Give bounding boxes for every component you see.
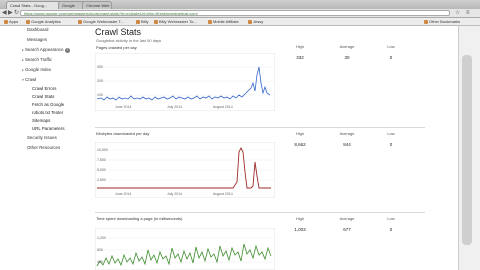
sidebar-item-search-appearance[interactable]: ▸ Search Appearance ?	[22, 47, 70, 53]
sidebar-item-google-index[interactable]: ▸ Google Index	[22, 67, 51, 73]
sidebar-item-crawl-errors[interactable]: Crawl Errors	[32, 86, 56, 91]
sidebar-item-robots-tester[interactable]: robots.txt Tester	[32, 110, 63, 115]
forward-icon[interactable]: ▶	[8, 9, 13, 17]
y-tick: 100	[97, 93, 103, 97]
section-divider	[95, 212, 425, 213]
chart-download-time: 1,200 800 400	[95, 228, 275, 270]
stat-average: 844	[343, 142, 351, 147]
stat-average: 677	[343, 227, 351, 232]
y-tick: 400	[97, 260, 103, 264]
sidebar-item-search-traffic[interactable]: ▸ Search Traffic	[22, 57, 52, 63]
bookmark-other[interactable]: Other Bookmarks	[424, 19, 460, 24]
page-title: Crawl Stats	[95, 27, 142, 37]
y-tick: 5,000	[97, 168, 106, 172]
sidebar-item-url-parameters[interactable]: URL Parameters	[32, 126, 65, 131]
chevron-right-icon: ▸	[22, 48, 24, 52]
bookmark-item[interactable]: Google Webmaster T...	[78, 19, 124, 24]
browser-tab-bar: Crawl Stats - Goog... Google Chrome Web …	[0, 0, 480, 10]
sidebar-item-sitemaps[interactable]: Sitemaps	[32, 118, 50, 123]
column-header-low: Low	[387, 216, 395, 221]
chevron-right-icon: ▸	[22, 68, 24, 72]
column-header-average: Average	[339, 131, 355, 136]
bookmarks-bar: Apps Google Analytics Google Webmaster T…	[0, 18, 480, 26]
column-header-average: Average	[339, 44, 355, 49]
reload-icon[interactable]: ↻	[14, 9, 19, 17]
column-header-high: High	[295, 131, 305, 136]
bookmark-icon	[208, 19, 212, 24]
y-tick: 1,200	[97, 236, 106, 240]
sidebar-item-security-issues[interactable]: Security Issues	[27, 135, 57, 140]
stat-high: 1,003	[294, 227, 306, 232]
address-bar-area: ◀ ▶ ↻ https://www.google.com/webmasters/…	[0, 9, 480, 18]
stat-low: 0	[389, 227, 393, 232]
x-tick: August 2014	[213, 192, 233, 196]
column-header-low: Low	[387, 44, 395, 49]
bookmark-item[interactable]: Jessy	[248, 19, 263, 24]
y-tick: 2,500	[97, 178, 106, 182]
bookmark-item[interactable]: Google Analytics	[26, 19, 61, 24]
section-title: Time spent downloading a page (in millis…	[96, 216, 183, 221]
page-subtitle: Googlebot activity in the last 90 days	[96, 38, 162, 43]
back-icon[interactable]: ◀	[2, 9, 7, 17]
bookmark-icon	[78, 19, 82, 24]
column-header-high: High	[295, 44, 305, 49]
chevron-right-icon: ▸	[22, 58, 24, 62]
y-tick: 200	[97, 79, 103, 83]
bookmark-item[interactable]: Bitly	[136, 19, 149, 24]
bookmark-apps[interactable]: Apps	[4, 19, 18, 24]
apps-icon	[4, 19, 8, 24]
y-tick: 10,000	[97, 148, 108, 152]
column-header-low: Low	[387, 131, 395, 136]
stat-average: 30	[344, 55, 350, 60]
stat-low: 0	[389, 142, 393, 147]
chevron-down-icon: ▾	[22, 78, 24, 82]
sidebar-item-other-resources[interactable]: Other Resources	[27, 145, 60, 150]
scroll-thumb[interactable]	[462, 55, 472, 245]
chart-kilobytes-downloaded: 10,000 7,500 5,000 2,500 June 2014 July …	[95, 142, 275, 198]
bookmark-item[interactable]: Bitly Webmaster To...	[154, 19, 197, 24]
bookmark-item[interactable]: Mobile Affiliate	[208, 19, 239, 24]
section-title: Kilobytes downloaded per day	[96, 131, 150, 136]
bookmark-icon	[248, 19, 252, 24]
y-tick: 300	[97, 65, 103, 69]
sidebar-item-crawl[interactable]: ▾ Crawl	[22, 77, 36, 83]
sidebar-item-fetch-as-google[interactable]: Fetch as Google	[32, 102, 64, 107]
star-icon[interactable]: ☆	[455, 9, 460, 17]
column-header-average: Average	[339, 216, 355, 221]
folder-icon	[424, 19, 428, 24]
url-input[interactable]: https://www.google.com/webmasters/tools/…	[20, 10, 450, 16]
stat-high: 8,662	[294, 142, 306, 147]
x-tick: July 2014	[167, 192, 182, 196]
sidebar-item-messages[interactable]: Messages	[27, 37, 47, 42]
column-header-high: High	[295, 216, 305, 221]
section-title: Pages crawled per day	[96, 45, 137, 50]
stat-high: 332	[296, 55, 304, 60]
x-tick: July 2014	[167, 105, 182, 109]
bookmark-icon	[26, 19, 30, 24]
menu-icon[interactable]: ≡	[466, 9, 470, 17]
section-divider	[95, 127, 425, 128]
x-tick: August 2014	[213, 105, 233, 109]
bookmark-icon	[136, 19, 140, 24]
chart-pages-crawled: 300 200 100 June 2014 July 2014 August 2…	[95, 53, 275, 111]
y-tick: 800	[97, 248, 103, 252]
x-tick: June 2014	[115, 192, 131, 196]
sidebar-item-dashboard[interactable]: Dashboard	[27, 27, 48, 32]
y-tick: 7,500	[97, 158, 106, 162]
sidebar-item-crawl-stats[interactable]: Crawl Stats	[32, 94, 54, 99]
stat-low: 0	[389, 55, 393, 60]
x-tick: June 2014	[115, 105, 131, 109]
bookmark-icon	[154, 19, 158, 24]
help-icon[interactable]: ?	[64, 48, 70, 53]
